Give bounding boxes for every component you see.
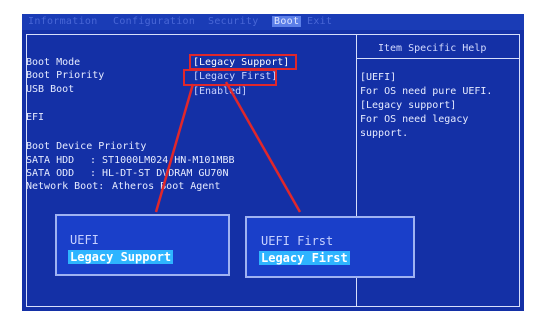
help-line: For OS need pure UEFI. bbox=[360, 86, 493, 97]
sata-hdd-value[interactable]: : ST1000LM024 HN-M101MBB bbox=[90, 155, 235, 167]
device-priority-title: Boot Device Priority bbox=[26, 141, 147, 152]
sata-odd-label: SATA ODD bbox=[26, 168, 75, 179]
sata-hdd-label: SATA HDD bbox=[26, 155, 75, 166]
tab-information[interactable]: Information bbox=[28, 16, 98, 27]
boot-priority-options-popup: UEFI First Legacy First bbox=[245, 216, 415, 278]
tab-boot[interactable]: Boot bbox=[272, 16, 302, 27]
help-title: Item Specific Help bbox=[378, 43, 487, 54]
tab-configuration[interactable]: Configuration bbox=[113, 16, 195, 27]
help-line: [UEFI] bbox=[360, 72, 397, 83]
tab-exit[interactable]: Exit bbox=[307, 16, 332, 27]
boot-mode-label: Boot Mode bbox=[26, 57, 81, 68]
option-uefi[interactable]: UEFI bbox=[70, 233, 99, 247]
efi-label: EFI bbox=[26, 112, 45, 123]
boot-mode-options-popup: UEFI Legacy Support bbox=[55, 214, 230, 276]
option-legacy-support[interactable]: Legacy Support bbox=[68, 250, 174, 264]
option-uefi-first[interactable]: UEFI First bbox=[261, 234, 333, 248]
help-line: support. bbox=[360, 128, 409, 139]
option-legacy-first[interactable]: Legacy First bbox=[259, 251, 350, 265]
boot-priority-label: Boot Priority bbox=[26, 70, 105, 81]
usb-boot-value[interactable]: [Enabled] bbox=[193, 86, 247, 98]
help-line: [Legacy support] bbox=[360, 100, 457, 111]
boot-priority-highlight-box bbox=[183, 69, 277, 86]
sata-odd-value[interactable]: : HL-DT-ST DVDRAM GU70N bbox=[90, 168, 228, 180]
bios-menu-bar: Information Configuration Security Boot … bbox=[22, 14, 524, 30]
usb-boot-label: USB Boot bbox=[26, 84, 75, 95]
network-boot-value[interactable]: Atheros Boot Agent bbox=[112, 181, 220, 193]
help-title-divider bbox=[357, 58, 520, 59]
network-boot-label: Network Boot: bbox=[26, 181, 105, 192]
boot-mode-highlight-box bbox=[189, 54, 297, 70]
tab-security[interactable]: Security bbox=[208, 16, 259, 27]
help-line: For OS need legacy bbox=[360, 114, 469, 125]
